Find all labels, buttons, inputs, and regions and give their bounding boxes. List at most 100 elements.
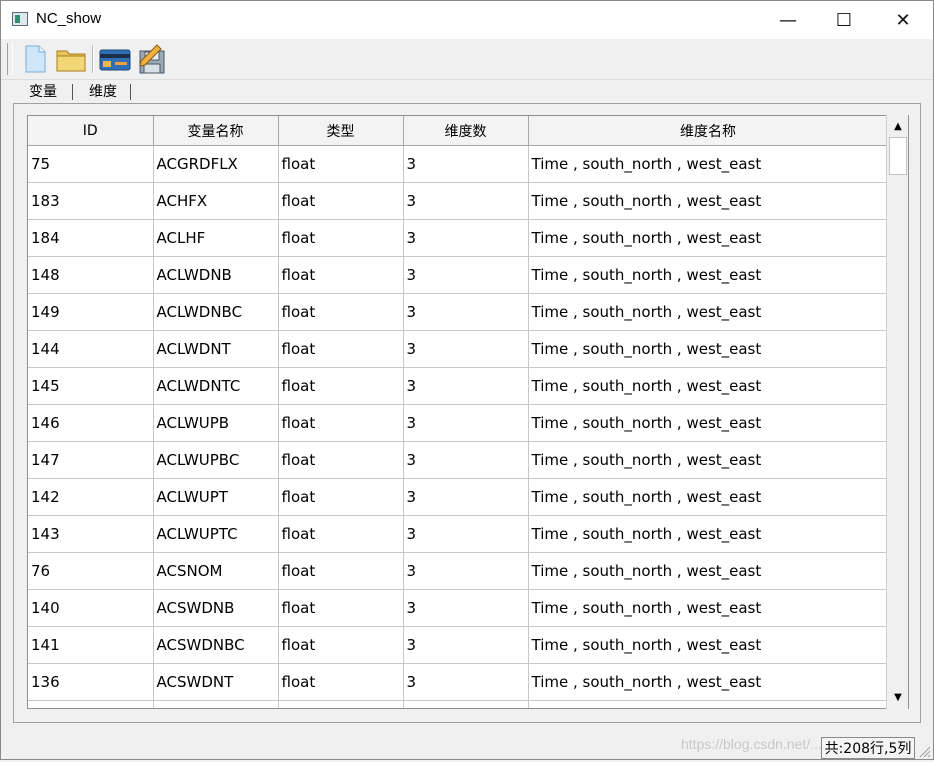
table-cell[interactable]: float — [278, 219, 404, 257]
close-button[interactable]: ✕ — [880, 1, 926, 39]
table-cell[interactable]: 136 — [28, 663, 154, 701]
table-cell[interactable]: float — [278, 589, 404, 627]
table-row[interactable]: 141 ACSWDNBC float 3 Time , south_north , we… — [28, 626, 889, 664]
minimize-button[interactable]: — — [765, 1, 811, 39]
table-cell[interactable]: 143 — [28, 515, 154, 553]
table-cell[interactable]: float — [278, 293, 404, 331]
table-cell[interactable]: 140 — [28, 589, 154, 627]
table-cell[interactable]: 3 — [403, 663, 529, 701]
table-cell[interactable]: ACSWDNB — [153, 589, 279, 627]
table-cell[interactable]: float — [278, 182, 404, 220]
table-cell[interactable]: float — [278, 515, 404, 553]
table-cell[interactable]: ACHFX — [153, 182, 279, 220]
column-header[interactable]: 类型 — [278, 116, 404, 146]
table-cell[interactable]: float — [278, 663, 404, 701]
table-cell[interactable]: Time , south_north , west_east — [528, 663, 889, 701]
table-cell[interactable]: 3 — [403, 219, 529, 257]
table-cell[interactable]: 3 — [403, 478, 529, 516]
table-cell[interactable]: 3 — [403, 552, 529, 590]
table-cell[interactable]: float — [278, 478, 404, 516]
table-cell[interactable]: 3 — [403, 441, 529, 479]
table-cell[interactable]: float — [278, 626, 404, 664]
table-cell[interactable]: float — [278, 441, 404, 479]
column-header[interactable]: 变量名称 — [153, 116, 279, 146]
table-cell[interactable]: 183 — [28, 182, 154, 220]
table-cell[interactable]: ACLWUPBC — [153, 441, 279, 479]
table-cell[interactable]: float — [278, 145, 404, 183]
table-cell[interactable]: 3 — [403, 145, 529, 183]
table-cell[interactable]: ACLWUPB — [153, 404, 279, 442]
table-row[interactable]: 142 ACLWUPT float 3 Time , south_north , wes… — [28, 478, 889, 516]
table-row[interactable] — [28, 700, 889, 708]
table-cell[interactable]: ACLWUPT — [153, 478, 279, 516]
table-cell[interactable] — [153, 700, 279, 708]
table-cell[interactable]: ACLWUPTC — [153, 515, 279, 553]
table-cell[interactable]: Time , south_north , west_east — [528, 256, 889, 294]
table-cell[interactable]: 149 — [28, 293, 154, 331]
table-row[interactable]: 148 ACLWDNB float 3 Time , south_north , wes… — [28, 256, 889, 294]
table-cell[interactable]: 3 — [403, 626, 529, 664]
table-row[interactable]: 136 ACSWDNT float 3 Time , south_north , wes… — [28, 663, 889, 701]
table-cell[interactable]: Time , south_north , west_east — [528, 219, 889, 257]
table-cell[interactable]: 75 — [28, 145, 154, 183]
table-cell[interactable]: 3 — [403, 256, 529, 294]
table-cell[interactable]: 141 — [28, 626, 154, 664]
scroll-thumb[interactable] — [889, 137, 907, 175]
table-cell[interactable]: Time , south_north , west_east — [528, 145, 889, 183]
table-row[interactable]: 75 ACGRDFLX float 3 Time , south_north , wes… — [28, 145, 889, 183]
table-row[interactable]: 140 ACSWDNB float 3 Time , south_north , wes… — [28, 589, 889, 627]
table-cell[interactable]: Time , south_north , west_east — [528, 441, 889, 479]
table-cell[interactable]: Time , south_north , west_east — [528, 330, 889, 368]
table-cell[interactable]: 148 — [28, 256, 154, 294]
title-bar[interactable]: NC_show — ☐ ✕ — [1, 1, 933, 39]
table-row[interactable]: 183 ACHFX float 3 Time , south_north , west_… — [28, 182, 889, 220]
scroll-down-icon[interactable]: ▼ — [888, 687, 908, 707]
table-cell[interactable]: 3 — [403, 367, 529, 405]
card-icon[interactable] — [99, 43, 131, 75]
table-cell[interactable] — [528, 700, 889, 708]
table-row[interactable]: 147 ACLWUPBC float 3 Time , south_north , we… — [28, 441, 889, 479]
table-cell[interactable]: Time , south_north , west_east — [528, 515, 889, 553]
save-icon[interactable] — [135, 43, 167, 75]
size-grip-icon[interactable] — [917, 743, 931, 758]
table-cell[interactable]: float — [278, 330, 404, 368]
table-cell[interactable]: Time , south_north , west_east — [528, 293, 889, 331]
table-row[interactable]: 146 ACLWUPB float 3 Time , south_north , wes… — [28, 404, 889, 442]
table-cell[interactable]: 3 — [403, 404, 529, 442]
table-cell[interactable]: 3 — [403, 293, 529, 331]
column-header[interactable]: 维度名称 — [528, 116, 889, 146]
table-cell[interactable]: float — [278, 367, 404, 405]
table-row[interactable]: 143 ACLWUPTC float 3 Time , south_north , we… — [28, 515, 889, 553]
table-row[interactable]: 184 ACLHF float 3 Time , south_north , west_… — [28, 219, 889, 257]
table-cell[interactable]: ACLWDNB — [153, 256, 279, 294]
table-cell[interactable]: ACLWDNT — [153, 330, 279, 368]
table-cell[interactable]: 76 — [28, 552, 154, 590]
scroll-up-icon[interactable]: ▲ — [888, 116, 908, 136]
table-cell[interactable]: ACSWDNT — [153, 663, 279, 701]
table-cell[interactable]: 184 — [28, 219, 154, 257]
table-cell[interactable]: ACSNOM — [153, 552, 279, 590]
table-cell[interactable]: ACSWDNBC — [153, 626, 279, 664]
table-cell[interactable] — [28, 700, 154, 708]
table-cell[interactable]: 3 — [403, 330, 529, 368]
table-cell[interactable]: ACGRDFLX — [153, 145, 279, 183]
table-cell[interactable]: Time , south_north , west_east — [528, 552, 889, 590]
table-cell[interactable]: float — [278, 256, 404, 294]
tab-dimensions[interactable]: 维度 — [76, 80, 130, 102]
table-cell[interactable]: Time , south_north , west_east — [528, 367, 889, 405]
table-cell[interactable]: 145 — [28, 367, 154, 405]
table-cell[interactable]: Time , south_north , west_east — [528, 589, 889, 627]
table-cell[interactable]: float — [278, 552, 404, 590]
toolbar-grip[interactable] — [7, 43, 13, 75]
vertical-scrollbar[interactable]: ▲ ▼ — [886, 115, 908, 709]
table-cell[interactable]: 142 — [28, 478, 154, 516]
open-folder-icon[interactable] — [55, 43, 87, 75]
table-cell[interactable] — [278, 700, 404, 708]
table-cell[interactable]: ACLHF — [153, 219, 279, 257]
table-cell[interactable]: ACLWDNBC — [153, 293, 279, 331]
table-cell[interactable] — [403, 700, 529, 708]
table-row[interactable]: 76 ACSNOM float 3 Time , south_north , west_… — [28, 552, 889, 590]
table-row[interactable]: 144 ACLWDNT float 3 Time , south_north , wes… — [28, 330, 889, 368]
column-header[interactable]: ID — [28, 116, 154, 146]
table-cell[interactable]: 3 — [403, 589, 529, 627]
